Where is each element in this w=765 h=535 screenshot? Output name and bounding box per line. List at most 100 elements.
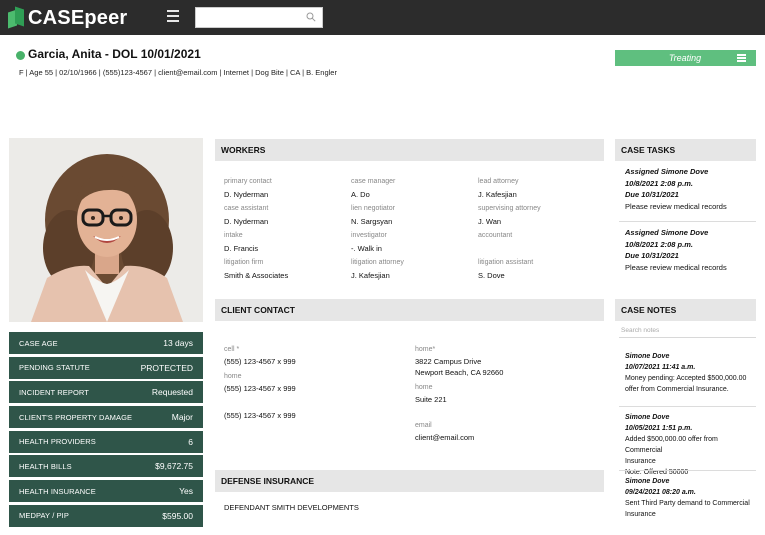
divider — [619, 470, 756, 471]
stat-value: $9,672.75 — [155, 461, 193, 472]
worker-value[interactable]: D. Nyderman — [224, 190, 268, 199]
note-text: Added $500,000.00 offer from Commercial — [625, 436, 718, 454]
client-contact-header: CLIENT CONTACT — [215, 299, 604, 321]
stat-value: Yes — [179, 486, 193, 497]
worker-value[interactable]: J. Kafesjian — [478, 190, 517, 199]
menu-icon — [737, 53, 747, 64]
worker-value[interactable]: J. Kafesjian — [351, 271, 390, 280]
worker-value[interactable]: S. Dove — [478, 271, 505, 280]
email-value[interactable]: client@email.com — [415, 433, 474, 442]
task-item[interactable]: Assigned Simone Dove 10/8/2021 2:08 p.m.… — [625, 227, 755, 273]
worker-value[interactable]: D. Nyderman — [224, 217, 268, 226]
stat-health-insurance[interactable]: HEALTH INSURANCE Yes — [9, 480, 203, 503]
stat-pending-statute[interactable]: PENDING STATUTE PROTECTED — [9, 356, 203, 379]
worker-label: litigation assistant — [478, 259, 534, 266]
stat-value: 13 days — [163, 338, 193, 348]
task-date: 10/8/2021 2:08 p.m. — [625, 178, 693, 188]
worker-label: intake — [224, 232, 243, 239]
task-item[interactable]: Assigned Simone Dove 10/8/2021 2:08 p.m.… — [625, 166, 755, 212]
note-text: Insurance — [625, 458, 656, 465]
worker-value[interactable]: J. Wan — [478, 217, 501, 226]
note-item[interactable]: Simone Dove 09/24/2021 08:20 a.m. Sent T… — [625, 476, 755, 520]
worker-label: lien negotiator — [351, 205, 395, 212]
stat-health-providers[interactable]: HEALTH PROVIDERS 6 — [9, 430, 203, 453]
stat-label: HEALTH PROVIDERS — [19, 437, 96, 447]
defense-insurance-title: DEFENSE INSURANCE — [221, 476, 315, 486]
note-item[interactable]: Simone Dove 10/05/2021 1:51 p.m. Added $… — [625, 412, 755, 478]
worker-value[interactable]: Smith & Associates — [224, 271, 288, 280]
note-author: Simone Dove — [625, 414, 670, 421]
case-notes-title: CASE NOTES — [621, 305, 677, 315]
client-meta: F | Age 55 | 02/10/1966 | (555)123-4567 … — [19, 68, 337, 77]
home-phone-value[interactable]: (555) 123-4567 x 999 — [224, 384, 296, 393]
notes-search-input[interactable]: Search notes — [619, 324, 756, 338]
stat-label: INCIDENT REPORT — [19, 387, 89, 397]
stat-medpay-pip[interactable]: MEDPAY / PIP $595.00 — [9, 504, 203, 527]
worker-label: primary contact — [224, 178, 272, 185]
stat-value: 6 — [188, 436, 193, 447]
stat-label: PENDING STATUTE — [19, 363, 90, 373]
defense-insurance-value[interactable]: DEFENDANT SMITH DEVELOPMENTS — [224, 503, 359, 512]
worker-label: case assistant — [224, 205, 269, 212]
case-tasks-header: CASE TASKS — [615, 139, 756, 161]
case-tasks-title: CASE TASKS — [621, 145, 676, 155]
note-text: Insurance — [625, 511, 656, 518]
workers-header: WORKERS — [215, 139, 604, 161]
logo-icon — [8, 6, 24, 29]
portrait-image — [9, 138, 203, 322]
worker-value[interactable]: N. Sargsyan — [351, 217, 392, 226]
divider — [619, 406, 756, 407]
task-text: Please review medical records — [625, 201, 727, 211]
task-assigned: Assigned Simone Dove — [625, 167, 709, 176]
note-text: Sent Third Party demand to Commercial — [625, 500, 750, 507]
worker-label: accountant — [478, 232, 513, 239]
status-dot — [16, 51, 25, 60]
worker-label: supervising attorney — [478, 205, 541, 212]
worker-value[interactable]: D. Francis — [224, 244, 258, 253]
stat-label: MEDPAY / PIP — [19, 511, 69, 521]
workers-title: WORKERS — [221, 145, 266, 155]
stat-health-bills[interactable]: HEALTH BILLS $9,672.75 — [9, 455, 203, 478]
worker-label: litigation firm — [224, 259, 264, 266]
divider — [619, 221, 756, 222]
address2-value[interactable]: Suite 221 — [415, 395, 447, 404]
note-item[interactable]: Simone Dove 10/07/2021 11:41 a.m. Money … — [625, 351, 755, 395]
case-stats: CASE AGE 13 days PENDING STATUTE PROTECTED… — [9, 332, 203, 530]
logo[interactable]: CASEpeer — [8, 6, 127, 30]
menu-icon[interactable] — [167, 10, 179, 24]
stat-case-age[interactable]: CASE AGE 13 days — [9, 332, 203, 354]
client-photo — [9, 138, 203, 322]
stat-incident-report[interactable]: INCIDENT REPORT Requested — [9, 381, 203, 404]
task-due: Due 10/31/2021 — [625, 190, 679, 199]
note-date: 09/24/2021 08:20 a.m. — [625, 489, 696, 496]
address-line1[interactable]: 3822 Campus Drive — [415, 357, 481, 366]
extra-phone-value[interactable]: (555) 123-4567 x 999 — [224, 411, 296, 420]
worker-label: case manager — [351, 178, 396, 185]
search-input[interactable] — [195, 7, 323, 28]
defense-insurance-header: DEFENSE INSURANCE — [215, 470, 604, 492]
cell-label: cell * — [224, 346, 240, 353]
stat-label: HEALTH INSURANCE — [19, 486, 96, 496]
stat-property-damage[interactable]: CLIENT'S PROPERTY DAMAGE Major — [9, 406, 203, 429]
case-status-dropdown[interactable]: Treating — [615, 50, 756, 66]
search-icon[interactable] — [306, 12, 316, 22]
task-date: 10/8/2021 2:08 p.m. — [625, 239, 693, 249]
task-text: Please review medical records — [625, 262, 727, 272]
worker-label: litigation attorney — [351, 259, 404, 266]
case-status-label: Treating — [668, 53, 702, 63]
worker-value[interactable]: -. Walk in — [351, 244, 382, 253]
cell-value[interactable]: (555) 123-4567 x 999 — [224, 357, 296, 366]
stat-value: Requested — [151, 387, 193, 398]
email-label: email — [415, 422, 432, 429]
note-date: 10/07/2021 11:41 a.m. — [625, 364, 696, 371]
home-phone-label: home — [224, 373, 242, 380]
task-assigned: Assigned Simone Dove — [625, 228, 709, 237]
worker-value[interactable]: A. Do — [351, 190, 370, 199]
address-line2[interactable]: Newport Beach, CA 92660 — [415, 368, 503, 377]
worker-label: investigator — [351, 232, 387, 239]
logo-text: CASEpeer — [28, 6, 128, 29]
stat-label: HEALTH BILLS — [19, 461, 72, 471]
note-text: Money pending: Accepted $500,000.00 — [625, 375, 747, 382]
case-notes-header: CASE NOTES — [615, 299, 756, 321]
note-author: Simone Dove — [625, 353, 670, 360]
